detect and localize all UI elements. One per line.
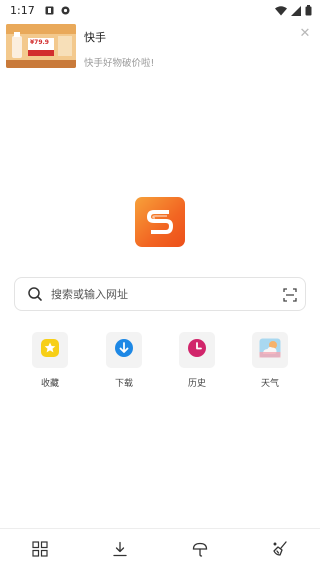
status-bar: 1:17 (0, 0, 320, 20)
shortcut-history-box (179, 332, 215, 368)
download-icon (114, 338, 134, 362)
browser-logo-icon (135, 197, 185, 247)
notification-title: 快手 (84, 31, 106, 44)
status-right (275, 1, 312, 20)
broom-icon[interactable] (270, 539, 290, 559)
shortcut-downloads-box (106, 332, 142, 368)
shortcut-grid: 收藏 下载 历史 天气 (14, 332, 306, 392)
shortcut-label: 历史 (187, 379, 206, 389)
notification-text: 快手 快手好物破价啦! (84, 24, 154, 74)
notification-thumbnail-price: ¥79.9 (30, 39, 49, 46)
notification-thumbnail: ¥79.9 (6, 24, 76, 68)
star-icon (40, 338, 60, 362)
shortcut-label: 收藏 (40, 379, 59, 389)
umbrella-icon[interactable] (190, 539, 210, 559)
shortcut-favorites-box (32, 332, 68, 368)
shortcut-downloads[interactable]: 下载 (94, 332, 154, 389)
shortcut-history[interactable]: 历史 (167, 332, 227, 389)
shortcut-favorites[interactable]: 收藏 (20, 332, 80, 389)
shortcut-label: 下载 (114, 379, 133, 389)
shortcut-weather[interactable]: 天气 (240, 332, 300, 389)
search-bar[interactable] (14, 277, 306, 311)
search-input[interactable] (51, 287, 271, 301)
shortcut-weather-box (252, 332, 288, 368)
clock-icon (187, 338, 207, 362)
close-icon[interactable]: ✕ (298, 27, 312, 41)
cellular-icon (291, 1, 301, 20)
bottom-toolbar (0, 528, 320, 568)
wifi-icon (275, 1, 287, 20)
download-icon[interactable] (110, 539, 130, 559)
shortcut-label: 天气 (260, 379, 279, 389)
notification-card[interactable]: ¥79.9 快手 快手好物破价啦! ✕ (6, 24, 314, 74)
scan-icon[interactable] (283, 287, 297, 302)
location-icon (61, 5, 71, 15)
notification-icon (45, 5, 55, 15)
notification-subtitle: 快手好物破价啦! (84, 58, 155, 69)
weather-icon (259, 338, 281, 362)
battery-icon (305, 1, 312, 20)
status-time: 1:17 (10, 3, 35, 17)
grid-icon[interactable] (30, 539, 50, 559)
search-icon (27, 286, 43, 302)
